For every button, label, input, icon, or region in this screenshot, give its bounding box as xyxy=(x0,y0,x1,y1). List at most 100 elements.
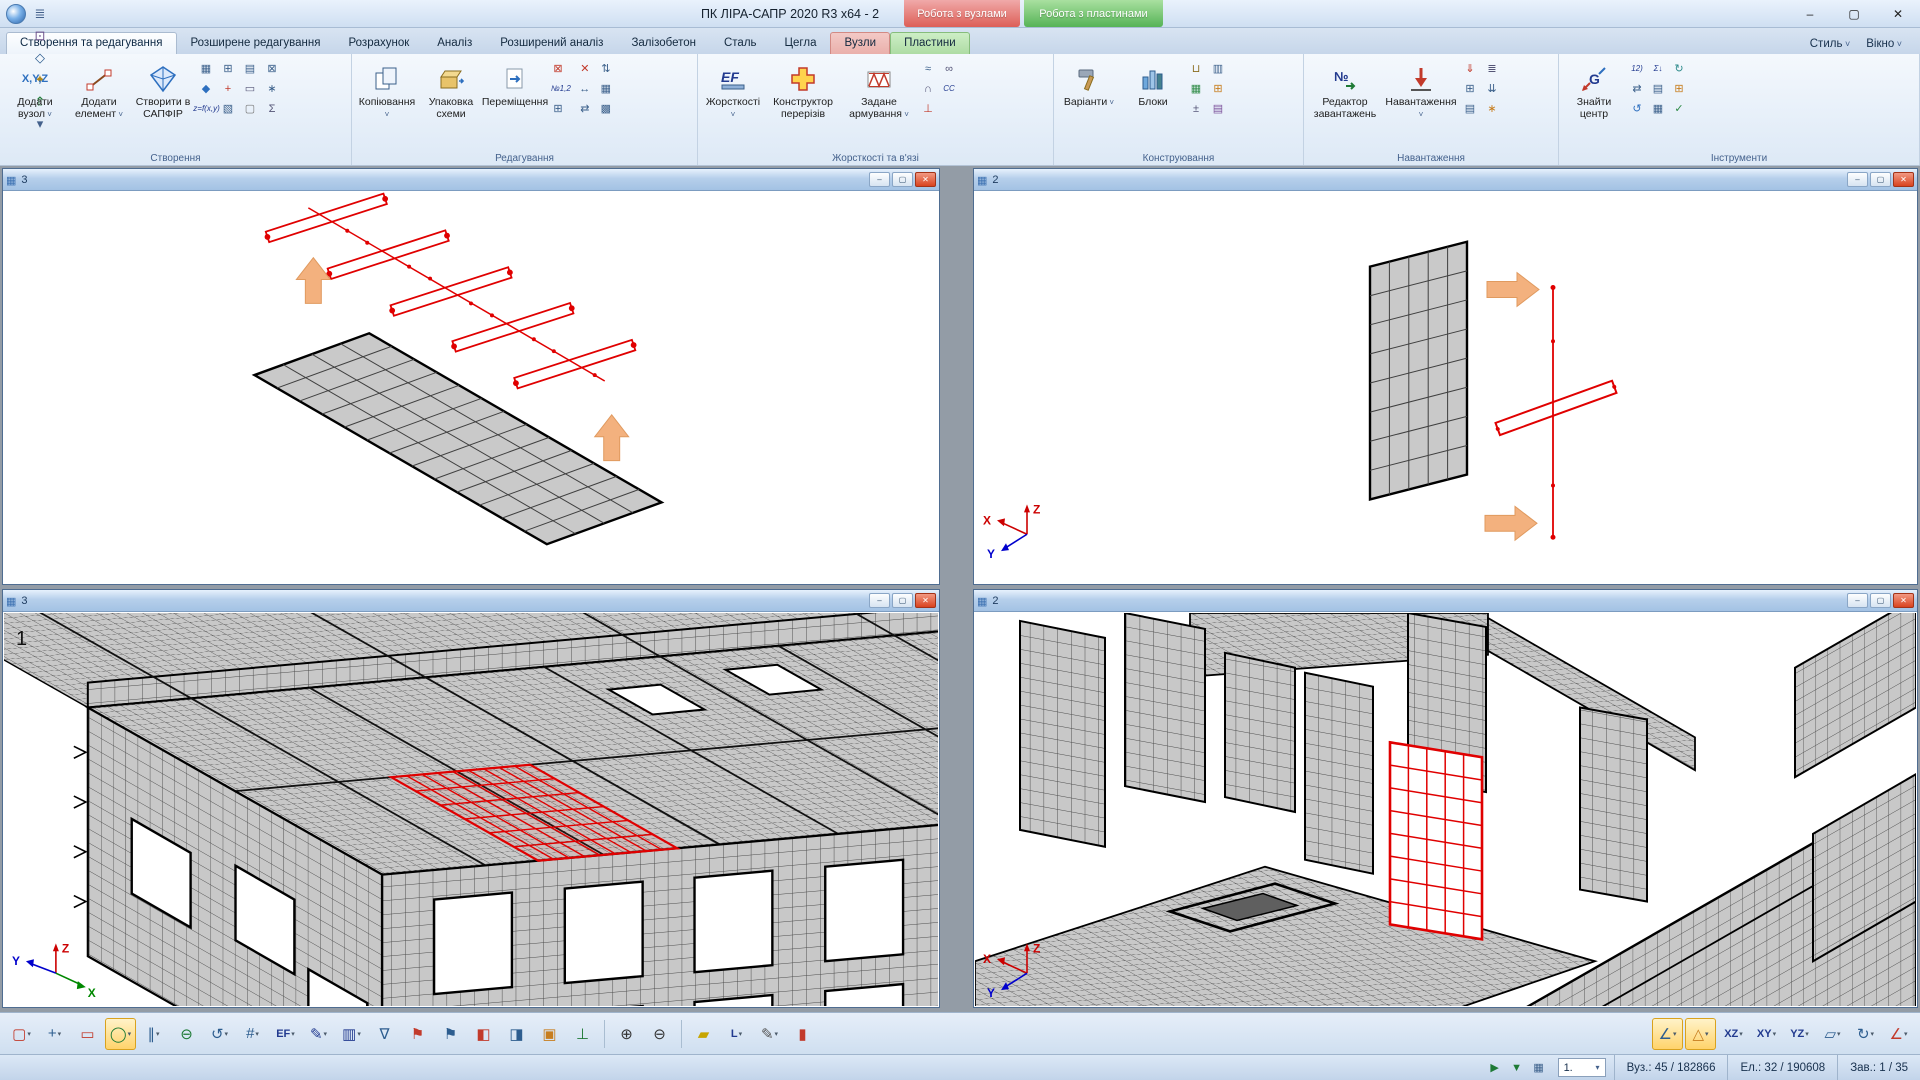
add-bar-icon[interactable]: ▭ xyxy=(240,79,260,98)
viewport-restore-icon[interactable] xyxy=(892,172,913,187)
app-logo-icon[interactable] xyxy=(6,4,26,24)
load-down-icon[interactable]: ⇓ xyxy=(1460,59,1480,78)
tab-vuzly[interactable]: Вузли xyxy=(830,32,890,54)
table-icon[interactable]: ▤ xyxy=(1648,79,1668,98)
plus-minus-icon[interactable]: ± xyxy=(1186,99,1206,118)
pack-icon[interactable]: ▩ xyxy=(596,99,616,118)
refresh-icon[interactable]: ↻ xyxy=(1669,59,1689,78)
viewport-close-icon[interactable] xyxy=(915,593,936,608)
viewport-minimize-icon[interactable] xyxy=(1847,593,1868,608)
add-element-button[interactable]: Додати елемент xyxy=(68,57,130,147)
add-frame-icon[interactable]: ⊞ xyxy=(218,59,238,78)
hinges-icon[interactable]: ≈ xyxy=(918,59,938,78)
viewport-titlebar[interactable]: 2 xyxy=(974,590,1917,612)
selection-window-button[interactable]: ▭ xyxy=(72,1018,103,1050)
highlight-button[interactable]: ▰ xyxy=(688,1018,719,1050)
rotate-view-button[interactable]: ↻ xyxy=(1850,1018,1881,1050)
section-constructor-button[interactable]: Конструктор перерізів xyxy=(766,57,840,147)
selection-rows-button[interactable]: ⊖ xyxy=(171,1018,202,1050)
section-icon[interactable]: ▥ xyxy=(1208,59,1228,78)
add-plate-icon[interactable]: ▤ xyxy=(240,59,260,78)
selection-columns-button[interactable]: ∥ xyxy=(138,1018,169,1050)
load-list-icon[interactable]: ≣ xyxy=(1482,59,1502,78)
load-grid-icon[interactable]: ⊞ xyxy=(1460,79,1480,98)
stiffness-button[interactable]: EF Жорсткості xyxy=(702,57,764,147)
create-in-sapfir-button[interactable]: Створити в САПФІР xyxy=(132,57,194,147)
view-yz-button[interactable]: YZ xyxy=(1784,1018,1815,1050)
hide-fragment-button[interactable]: ◨ xyxy=(501,1018,532,1050)
copy-button[interactable]: Копіювання xyxy=(356,57,418,147)
cc-icon[interactable]: CC xyxy=(939,79,959,98)
model-canvas-building[interactable]: 1 Z Y X xyxy=(4,613,938,1006)
style-menu[interactable]: Стиль xyxy=(1810,38,1850,50)
tab-tsehla[interactable]: Цегла xyxy=(771,32,831,54)
close-icon[interactable] xyxy=(1876,0,1920,27)
sapphire-import-icon[interactable]: ◆ xyxy=(196,79,216,98)
sum-icon[interactable]: Σ xyxy=(262,99,282,118)
viewport-restore-icon[interactable] xyxy=(892,593,913,608)
move-button[interactable]: Переміщення xyxy=(484,57,546,147)
viewport-restore-icon[interactable] xyxy=(1870,172,1891,187)
pack-scheme-button[interactable]: Упаковка схеми xyxy=(420,57,482,147)
hatch-mesh-icon[interactable]: ▧ xyxy=(218,99,238,118)
rotate-selection-button[interactable]: ↺ xyxy=(204,1018,235,1050)
grid-icon[interactable]: ▦ xyxy=(1648,99,1668,118)
swap-icon[interactable]: ⇅ xyxy=(596,59,616,78)
maximize-icon[interactable] xyxy=(1832,0,1876,27)
selection-pointer-button[interactable]: + xyxy=(39,1018,70,1050)
numbering-icon[interactable]: 12) xyxy=(1627,59,1647,78)
material-icon[interactable]: ⊔ xyxy=(1186,59,1206,78)
add-solid-icon[interactable]: ⊠ xyxy=(262,59,282,78)
draw-options-button[interactable]: ✎ xyxy=(303,1018,334,1050)
viewport-titlebar[interactable]: 3 xyxy=(3,590,939,612)
exchange-icon[interactable]: ⇄ xyxy=(1627,79,1647,98)
view-isometric-button[interactable]: △ xyxy=(1685,1018,1716,1050)
contour-icon[interactable]: ▢ xyxy=(240,99,260,118)
viewport-close-icon[interactable] xyxy=(915,172,936,187)
orange-grid-icon[interactable]: ⊞ xyxy=(1208,79,1228,98)
viewport-minimize-icon[interactable] xyxy=(869,593,890,608)
view-xy-button[interactable]: XY xyxy=(1751,1018,1782,1050)
tab-analiz[interactable]: Аналіз xyxy=(423,32,486,54)
viewport-minimize-icon[interactable] xyxy=(1847,172,1868,187)
elastic-support-icon[interactable]: ∩ xyxy=(918,79,938,98)
view-triad-button[interactable]: ∠ xyxy=(1652,1018,1683,1050)
model-canvas-slab[interactable] xyxy=(4,192,938,583)
viewport-close-icon[interactable] xyxy=(1893,172,1914,187)
tab-rozrakhunok[interactable]: Розрахунок xyxy=(334,32,423,54)
check-icon[interactable]: ✓ xyxy=(1669,99,1689,118)
model-canvas-walls[interactable]: Z X Y xyxy=(975,613,1916,1006)
load-pair-icon[interactable]: ⇊ xyxy=(1482,79,1502,98)
load-snow-icon[interactable]: ∗ xyxy=(1482,99,1502,118)
snap-icon[interactable]: ∗ xyxy=(262,79,282,98)
sum-loads-icon[interactable]: Σ↓ xyxy=(1648,59,1668,78)
viewport-close-icon[interactable] xyxy=(1893,593,1914,608)
variants-button[interactable]: Варіанти xyxy=(1058,57,1120,147)
window-menu[interactable]: Вікно xyxy=(1866,38,1902,50)
find-center-button[interactable]: G Знайти центр xyxy=(1563,57,1625,147)
fragment-flag-button[interactable]: ⚑ xyxy=(402,1018,433,1050)
add-node-small-icon[interactable]: + xyxy=(218,79,238,98)
zoom-out-button[interactable]: ⊖ xyxy=(644,1018,675,1050)
model-canvas-wall[interactable]: Z X Y xyxy=(975,192,1916,583)
status-grid-icon[interactable]: ▦ xyxy=(1528,1058,1550,1078)
loadcase-selector[interactable]: 1. xyxy=(1558,1058,1606,1077)
viewport-titlebar[interactable]: 3 xyxy=(3,169,939,191)
mirror-icon[interactable]: ⇄ xyxy=(575,99,595,118)
delete-icon[interactable]: ⊠ xyxy=(548,59,568,78)
mesh-grid-button[interactable]: # xyxy=(237,1018,268,1050)
duplicate-icon[interactable]: ⊞ xyxy=(548,99,568,118)
loads-button[interactable]: Навантаження xyxy=(1384,57,1458,147)
lock-view-button[interactable]: ▣ xyxy=(534,1018,565,1050)
projection-button[interactable]: ▱ xyxy=(1817,1018,1848,1050)
filter-button[interactable]: ∇ xyxy=(369,1018,400,1050)
status-down-icon[interactable]: ▼ xyxy=(1506,1058,1528,1078)
tab-plastyny[interactable]: Пластини xyxy=(890,32,970,54)
stiffness-filter-button[interactable]: EF xyxy=(270,1018,301,1050)
dimension-button[interactable]: L xyxy=(721,1018,752,1050)
measure-icon[interactable]: ⊞ xyxy=(1669,79,1689,98)
renumber-icon[interactable]: №1,2 xyxy=(548,79,574,98)
package-icon[interactable]: ⊡ xyxy=(30,25,50,47)
paint-button[interactable]: ▮ xyxy=(787,1018,818,1050)
viewport-restore-icon[interactable] xyxy=(1870,593,1891,608)
